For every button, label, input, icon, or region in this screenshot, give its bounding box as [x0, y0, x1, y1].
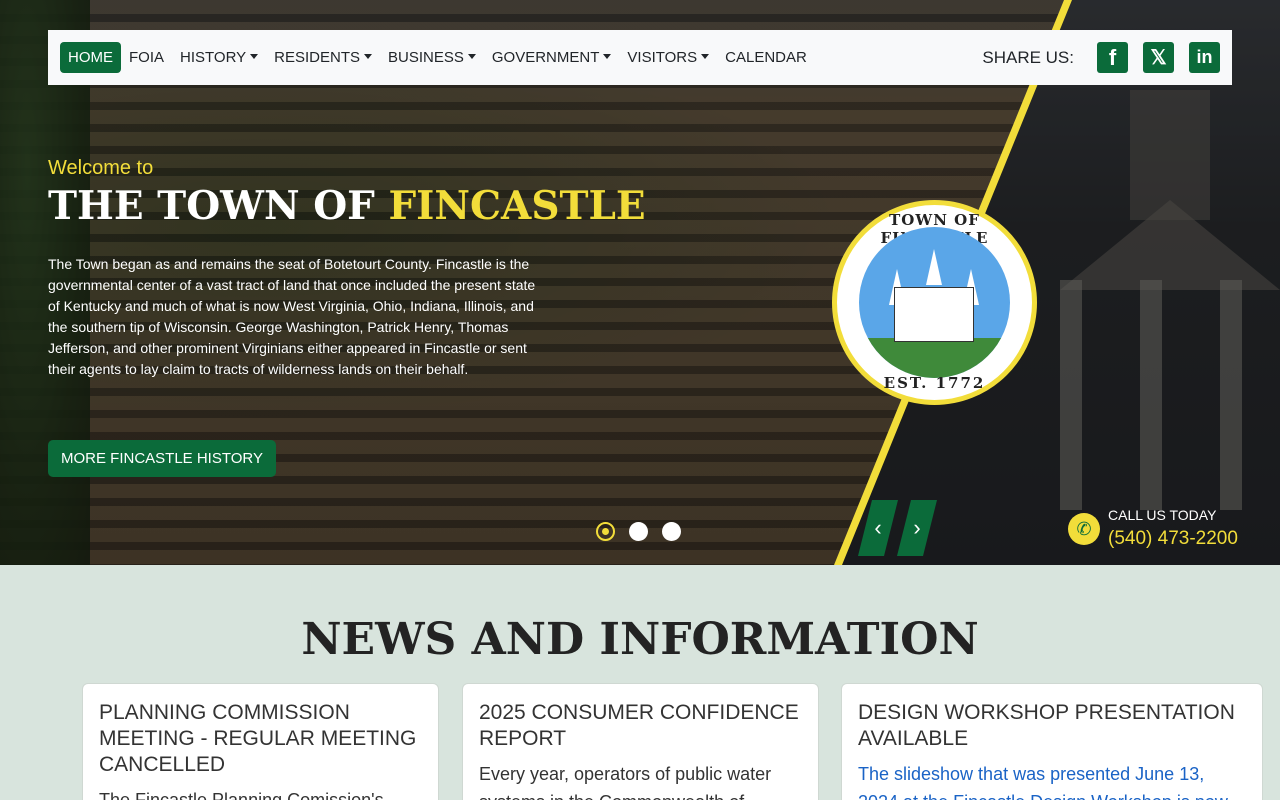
nav-business-dropdown[interactable]: BUSINESS	[380, 42, 484, 73]
title-highlight: FINCASTLE	[388, 183, 646, 229]
chevron-right-icon: ›	[913, 515, 921, 540]
carousel-dot-2[interactable]	[629, 522, 648, 541]
page-title: THE TOWN OF FINCASTLE	[48, 183, 646, 229]
seal-bottom-text: EST. 1772	[883, 374, 986, 392]
news-card[interactable]: 2025 CONSUMER CONFIDENCE REPORT Every ye…	[462, 683, 819, 800]
seal-illustration	[859, 227, 1010, 378]
news-card[interactable]: PLANNING COMMISSION MEETING - REGULAR ME…	[82, 683, 439, 800]
phone-number-link[interactable]: (540) 473-2200	[1108, 528, 1238, 550]
share-label: SHARE US:	[982, 47, 1074, 67]
main-navbar: HOME FOIA HISTORY RESIDENTS BUSINESS GOV…	[48, 30, 1232, 85]
nav-foia[interactable]: FOIA	[121, 42, 172, 73]
nav-government-dropdown[interactable]: GOVERNMENT	[484, 42, 620, 73]
news-card-title[interactable]: PLANNING COMMISSION MEETING - REGULAR ME…	[99, 700, 422, 778]
news-card-title[interactable]: DESIGN WORKSHOP PRESENTATION AVAILABLE	[858, 700, 1246, 752]
news-card-link[interactable]: The slideshow that was presented June 13…	[858, 760, 1246, 800]
nav-history-dropdown[interactable]: HISTORY	[172, 42, 266, 73]
share-group: SHARE US: f 𝕏 in	[982, 42, 1220, 73]
carousel-dot-3[interactable]	[662, 522, 681, 541]
town-seal-logo: TOWN OF FINCASTLE EST. 1772	[832, 200, 1037, 405]
chevron-left-icon: ‹	[874, 515, 882, 540]
news-heading: NEWS AND INFORMATION	[301, 614, 979, 665]
more-history-button[interactable]: MORE FINCASTLE HISTORY	[48, 440, 276, 477]
hero-banner: HOME FOIA HISTORY RESIDENTS BUSINESS GOV…	[0, 0, 1280, 565]
nav-calendar[interactable]: CALENDAR	[717, 42, 815, 73]
call-label: CALL US TODAY	[1108, 507, 1217, 523]
news-card-body: The Fincastle Planning Comission's	[99, 790, 384, 800]
x-icon[interactable]: 𝕏	[1143, 42, 1174, 73]
phone-icon[interactable]: ✆	[1068, 513, 1100, 545]
nav-residents-dropdown[interactable]: RESIDENTS	[266, 42, 380, 73]
seal-building	[894, 287, 974, 342]
news-card-title[interactable]: 2025 CONSUMER CONFIDENCE REPORT	[479, 700, 802, 752]
facebook-icon[interactable]: f	[1097, 42, 1128, 73]
news-card-body: Every year, operators of public water sy…	[479, 764, 772, 800]
seal-spire	[926, 249, 942, 285]
carousel-indicators	[596, 522, 681, 541]
linkedin-icon[interactable]: in	[1189, 42, 1220, 73]
nav-home[interactable]: HOME	[60, 42, 121, 73]
title-prefix: THE TOWN OF	[48, 183, 389, 229]
news-card[interactable]: DESIGN WORKSHOP PRESENTATION AVAILABLE T…	[841, 683, 1263, 800]
nav-visitors-dropdown[interactable]: VISITORS	[619, 42, 717, 73]
welcome-text: Welcome to	[48, 157, 154, 179]
seal-ground	[859, 338, 1010, 378]
hero-description: The Town began as and remains the seat o…	[48, 256, 536, 377]
carousel-dot-1[interactable]	[596, 522, 615, 541]
